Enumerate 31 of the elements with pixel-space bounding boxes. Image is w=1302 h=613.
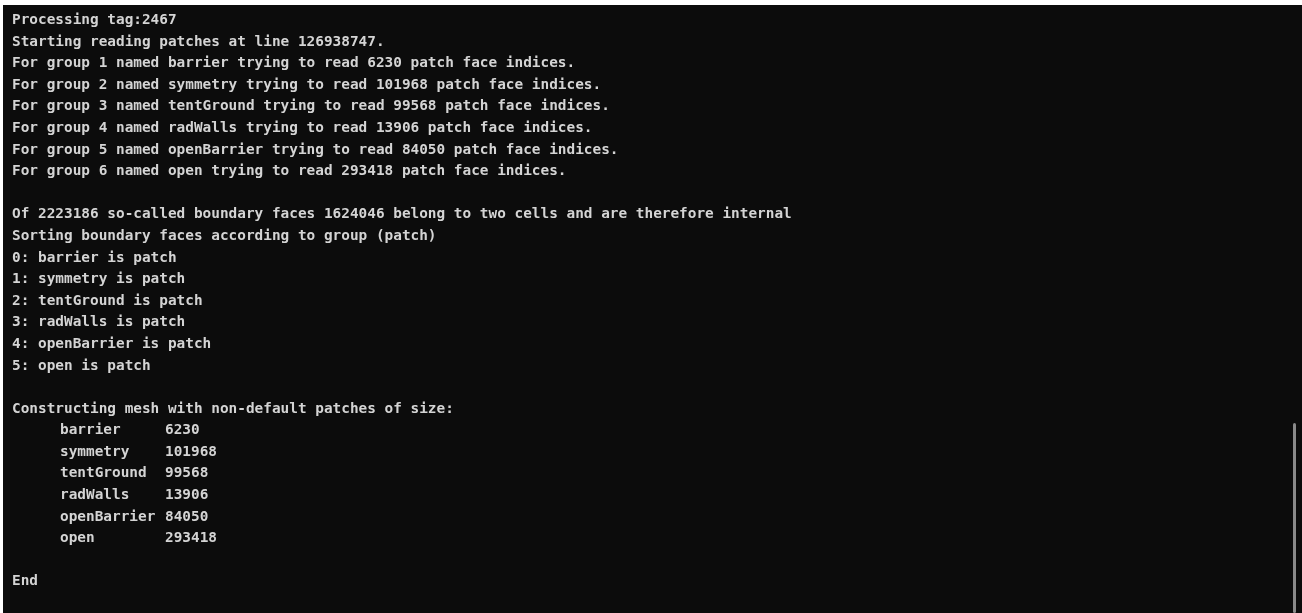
output-line: Starting reading patches at line 126938747. (12, 31, 385, 51)
patch-size: 84050 (165, 506, 209, 526)
patch-name: radWalls (60, 485, 131, 505)
output-line: For group 4 named radWalls trying to read 13906 patch face indices. (12, 117, 593, 137)
output-line: End (12, 571, 38, 591)
output-line: Sorting boundary faces according to group (patch) (12, 225, 437, 245)
output-line: Of 2223186 so-called boundary faces 1624046 belong to two cells and are therefore internal (12, 204, 792, 224)
patch-name: openBarrier (60, 506, 157, 526)
patch-name: barrier (60, 420, 122, 440)
patch-size: 99568 (165, 463, 209, 483)
patch-size: 6230 (165, 420, 200, 440)
scrollbar-thumb[interactable] (1293, 423, 1296, 613)
output-line: 1: symmetry is patch (12, 269, 186, 289)
output-line: For group 2 named symmetry trying to read 101968 patch face indices. (12, 74, 602, 94)
output-line: For group 3 named tentGround trying to read 99568 patch face indices. (12, 96, 610, 116)
output-line: 2: tentGround is patch (12, 290, 203, 310)
patch-name: tentGround (60, 463, 148, 483)
output-line: 4: openBarrier is patch (12, 333, 212, 353)
output-line: Constructing mesh with non-default patches of size: (12, 398, 454, 418)
output-line: For group 1 named barrier trying to read 6230 patch face indices. (12, 53, 576, 73)
patch-name: open (60, 528, 96, 548)
patch-size: 13906 (165, 485, 209, 505)
output-line: 5: open is patch (12, 355, 151, 375)
output-line: For group 5 named openBarrier trying to read 84050 patch face indices. (12, 139, 619, 159)
output-line: For group 6 named open trying to read 293418 patch face indices. (12, 161, 567, 181)
patch-size: 293418 (165, 528, 217, 548)
patch-name: symmetry (60, 441, 131, 461)
output-line: 0: barrier is patch (12, 247, 177, 267)
patch-size: 101968 (165, 441, 217, 461)
output-line: 3: radWalls is patch (12, 312, 186, 332)
output-line: Processing tag:2467 (12, 10, 177, 29)
